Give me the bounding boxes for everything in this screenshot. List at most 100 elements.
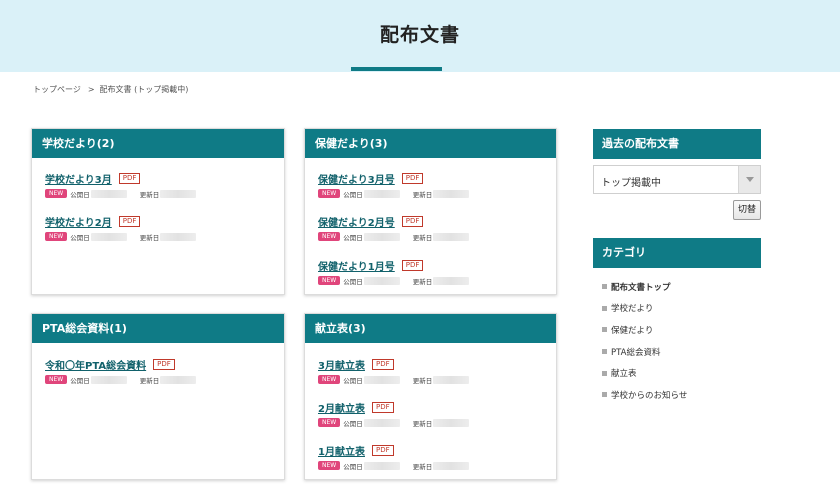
updated-label: 更新日 <box>412 190 433 199</box>
bullet-square-icon <box>602 370 607 376</box>
list-item: 2月献立表 PDF NEW 公開日 更新日 <box>318 400 470 428</box>
pdf-badge: PDF <box>401 215 424 227</box>
card-title: 献立表(3) <box>305 314 556 343</box>
category-label[interactable]: 献立表 <box>611 367 637 379</box>
category-label[interactable]: 学校だより <box>611 302 653 314</box>
document-link[interactable]: 2月献立表 <box>318 400 365 415</box>
chevron-down-icon[interactable] <box>738 166 760 193</box>
card-lunch-menu: 献立表(3) 3月献立表 PDF NEW 公開日 更新日 2月献立表 PDF NEW 公開… <box>304 313 557 480</box>
bullet-square-icon <box>602 349 607 355</box>
breadcrumb-separator: > <box>87 85 95 94</box>
document-link[interactable]: 3月献立表 <box>318 357 365 372</box>
breadcrumb-home-link[interactable]: トップページ <box>33 85 81 94</box>
redacted-date <box>433 276 470 285</box>
document-link[interactable]: 保健だより2月号 <box>318 214 395 229</box>
new-badge: NEW <box>318 375 341 384</box>
updated-label: 更新日 <box>412 233 433 242</box>
document-link[interactable]: 1月献立表 <box>318 443 365 458</box>
category-list: 配布文書トップ 学校だより 保健だより PTA総会資料 献立表 学校からのお知ら… <box>602 276 687 406</box>
category-item[interactable]: 配布文書トップ <box>602 276 687 298</box>
bullet-square-icon <box>602 284 607 290</box>
category-item[interactable]: PTA総会資料 <box>602 341 687 363</box>
list-item: 学校だより3月 PDF NEW 公開日 更新日 <box>45 171 197 199</box>
card-title: PTA総会資料(1) <box>32 314 284 343</box>
redacted-date <box>363 461 400 470</box>
list-item: 学校だより2月 PDF NEW 公開日 更新日 <box>45 214 197 242</box>
redacted-date <box>363 375 400 384</box>
published-label: 公開日 <box>70 376 90 385</box>
redacted-date <box>363 189 400 198</box>
pdf-badge: PDF <box>371 444 394 456</box>
updated-label: 更新日 <box>139 376 160 385</box>
document-link[interactable]: 学校だより2月 <box>45 214 112 229</box>
category-item[interactable]: 保健だより <box>602 319 687 341</box>
published-label: 公開日 <box>70 233 90 242</box>
bullet-square-icon <box>602 305 607 311</box>
redacted-date <box>90 375 127 384</box>
updated-label: 更新日 <box>412 462 433 471</box>
archive-select[interactable]: トップ掲載中 <box>593 165 761 194</box>
card-health-news: 保健だより(3) 保健だより3月号 PDF NEW 公開日 更新日 保健だより2月号 P… <box>304 128 557 295</box>
card-pta-materials: PTA総会資料(1) 令和〇年PTA総会資料 PDF NEW 公開日 更新日 <box>31 313 285 480</box>
list-item: 3月献立表 PDF NEW 公開日 更新日 <box>318 357 470 385</box>
published-label: 公開日 <box>70 190 90 199</box>
pdf-badge: PDF <box>118 215 141 227</box>
updated-label: 更新日 <box>412 419 433 428</box>
breadcrumb: トップページ > 配布文書 (トップ掲載中) <box>33 84 188 95</box>
updated-label: 更新日 <box>412 277 433 286</box>
list-item: 保健だより2月号 PDF NEW 公開日 更新日 <box>318 214 470 242</box>
archive-select-value: トップ掲載中 <box>601 178 661 189</box>
pdf-badge: PDF <box>153 358 175 370</box>
redacted-date <box>433 418 470 427</box>
list-item: 1月献立表 PDF NEW 公開日 更新日 <box>318 443 470 471</box>
category-item[interactable]: 学校からのお知らせ <box>602 384 687 406</box>
category-item[interactable]: 学校だより <box>602 298 687 320</box>
document-link[interactable]: 令和〇年PTA総会資料 <box>45 357 146 372</box>
pdf-badge: PDF <box>401 172 424 184</box>
redacted-date <box>363 232 400 241</box>
document-link[interactable]: 保健だより1月号 <box>318 258 395 273</box>
updated-label: 更新日 <box>139 233 160 242</box>
new-badge: NEW <box>45 375 68 384</box>
redacted-date <box>90 189 127 198</box>
list-item: 令和〇年PTA総会資料 PDF NEW 公開日 更新日 <box>45 357 197 385</box>
card-title: 保健だより(3) <box>305 129 556 158</box>
redacted-date <box>363 276 400 285</box>
published-label: 公開日 <box>343 376 363 385</box>
document-link[interactable]: 学校だより3月 <box>45 171 112 186</box>
breadcrumb-current: 配布文書 (トップ掲載中) <box>99 85 189 94</box>
category-item[interactable]: 献立表 <box>602 362 687 384</box>
category-label[interactable]: PTA総会資料 <box>611 346 660 358</box>
title-underline <box>351 67 442 71</box>
pdf-badge: PDF <box>118 172 141 184</box>
list-item: 保健だより1月号 PDF NEW 公開日 更新日 <box>318 258 470 286</box>
new-badge: NEW <box>45 232 68 241</box>
category-label[interactable]: 保健だより <box>611 324 653 336</box>
new-badge: NEW <box>45 189 68 198</box>
redacted-date <box>433 461 470 470</box>
published-label: 公開日 <box>343 233 363 242</box>
list-item: 保健だより3月号 PDF NEW 公開日 更新日 <box>318 171 470 199</box>
updated-label: 更新日 <box>412 376 433 385</box>
pdf-badge: PDF <box>371 358 394 370</box>
pdf-badge: PDF <box>371 401 394 413</box>
document-link[interactable]: 保健だより3月号 <box>318 171 395 186</box>
redacted-date <box>160 375 197 384</box>
redacted-date <box>433 232 470 241</box>
bullet-square-icon <box>602 327 607 333</box>
page-title: 配布文書 <box>379 24 460 46</box>
new-badge: NEW <box>318 189 341 198</box>
category-label[interactable]: 配布文書トップ <box>611 281 671 293</box>
category-label[interactable]: 学校からのお知らせ <box>611 389 687 401</box>
new-badge: NEW <box>318 232 341 241</box>
card-school-news: 学校だより(2) 学校だより3月 PDF NEW 公開日 更新日 学校だより2月 PDF… <box>31 128 285 295</box>
switch-button[interactable]: 切替 <box>733 200 761 220</box>
redacted-date <box>363 418 400 427</box>
published-label: 公開日 <box>343 190 363 199</box>
bullet-square-icon <box>602 392 607 398</box>
published-label: 公開日 <box>343 277 363 286</box>
card-title: 学校だより(2) <box>32 129 284 158</box>
past-documents-heading: 過去の配布文書 <box>593 129 761 159</box>
redacted-date <box>433 375 470 384</box>
new-badge: NEW <box>318 461 341 470</box>
